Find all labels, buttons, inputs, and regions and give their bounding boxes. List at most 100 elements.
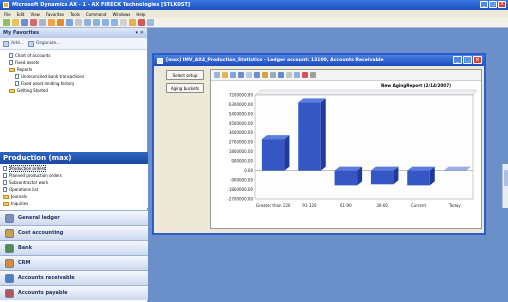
nav-label: Accounts payable — [18, 290, 68, 296]
nav-label: Cost accounting — [18, 230, 64, 236]
favorite-item[interactable]: Unreconciled bank transactions — [3, 73, 144, 80]
folder-icon — [9, 88, 15, 93]
menu-bar: File Edit View Favorites Tools Command W… — [0, 10, 508, 18]
scrollbar-thumb[interactable] — [504, 170, 508, 186]
workspace-background — [150, 240, 508, 302]
sort-icon[interactable] — [57, 19, 64, 26]
document-icon — [15, 74, 19, 79]
organize-icon — [28, 40, 35, 47]
y-tick-label: 4500000.00 — [229, 121, 254, 126]
nav-crm-button[interactable]: CRM — [0, 255, 148, 270]
cancel-icon[interactable] — [138, 19, 145, 26]
nav-label: CRM — [18, 260, 31, 266]
favorite-label: Fixed asset lending history — [21, 81, 75, 86]
menu-favorites[interactable]: Favorites — [46, 12, 64, 17]
x-tick-label: Greater than 120 — [256, 203, 291, 208]
child-window-title: [max] IMV_AX4_Production_Statistics - Le… — [166, 58, 384, 63]
chart-rotate-icon[interactable] — [270, 72, 276, 78]
y-tick-label: 900000.00 — [231, 159, 253, 164]
folder-icon — [3, 201, 9, 206]
favorite-label: Fixed assets — [15, 60, 40, 65]
chart-tools-icon[interactable] — [310, 72, 316, 78]
y-tick-label: -2700000.00 — [227, 196, 253, 201]
document-icon[interactable] — [129, 19, 136, 26]
module-folder[interactable]: Inquiries — [3, 200, 145, 207]
save-icon[interactable] — [21, 19, 28, 26]
favorite-item[interactable]: Fixed assets — [3, 59, 144, 66]
menu-file[interactable]: File — [4, 12, 11, 17]
bar-side — [320, 98, 326, 171]
next-record-icon[interactable] — [102, 19, 109, 26]
favorite-item[interactable]: Chart of accounts — [3, 52, 144, 59]
filter-icon[interactable] — [48, 19, 55, 26]
child-maximize-button[interactable]: □ — [463, 56, 472, 64]
nav-accounts-payable-button[interactable]: Accounts payable — [0, 285, 148, 300]
pane-close-icon[interactable]: ▾ ✕ — [136, 30, 144, 36]
menu-help[interactable]: Help — [136, 12, 145, 17]
refresh-icon[interactable] — [75, 19, 82, 26]
chart-legend-icon[interactable] — [286, 72, 292, 78]
aging-buckets-button[interactable]: Aging buckets — [166, 83, 204, 93]
chart-open-icon[interactable] — [222, 72, 228, 78]
module-item-label: Production orders — [9, 165, 47, 172]
document-icon — [9, 53, 13, 58]
menu-tools[interactable]: Tools — [70, 12, 80, 17]
favorite-folder[interactable]: Getting Started — [3, 87, 144, 94]
y-tick-label: 0.00 — [244, 168, 253, 173]
export-icon[interactable] — [120, 19, 127, 26]
child-window-controls: _ □ × — [453, 56, 482, 64]
open-icon[interactable] — [12, 19, 19, 26]
module-menu: Production orders Planned production ord… — [0, 164, 148, 208]
chart-copy-icon[interactable] — [214, 72, 220, 78]
chart-print-icon[interactable] — [230, 72, 236, 78]
module-scrollbar[interactable] — [502, 164, 508, 208]
document-icon — [15, 81, 19, 86]
chart-palette-icon[interactable] — [262, 72, 268, 78]
chart-zoom-icon[interactable] — [302, 72, 308, 78]
nav-label: Accounts receivable — [18, 275, 75, 281]
close-button[interactable]: × — [498, 1, 506, 8]
module-item[interactable]: Operations list — [3, 186, 145, 193]
menu-windows[interactable]: Windows — [112, 12, 130, 17]
child-minimize-button[interactable]: _ — [453, 56, 462, 64]
chart-type-icon[interactable] — [238, 72, 244, 78]
select-setup-button[interactable]: Select setup — [166, 70, 204, 80]
favorite-folder[interactable]: Reports — [3, 66, 144, 73]
module-folder[interactable]: Journals — [3, 193, 145, 200]
module-item[interactable]: Planned production orders — [3, 172, 145, 179]
organize-favorites-button[interactable]: Organize... — [28, 40, 60, 47]
chart-grid-icon[interactable] — [278, 72, 284, 78]
print-icon[interactable] — [39, 19, 46, 26]
menu-edit[interactable]: Edit — [17, 12, 25, 17]
favorites-list: Chart of accounts Fixed assets Reports U… — [0, 50, 147, 140]
module-item[interactable]: Subcontractor work — [3, 179, 145, 186]
nav-bank-button[interactable]: Bank — [0, 240, 148, 255]
add-favorite-button[interactable]: Add... — [3, 40, 24, 47]
delete-icon[interactable] — [30, 19, 37, 26]
child-close-button[interactable]: × — [473, 56, 482, 64]
menu-view[interactable]: View — [30, 12, 40, 17]
last-record-icon[interactable] — [111, 19, 118, 26]
favorite-item[interactable]: Fixed asset lending history — [3, 80, 144, 87]
x-tick-label: Today — [448, 203, 461, 208]
maximize-button[interactable]: □ — [489, 1, 497, 8]
chart-properties-icon[interactable] — [294, 72, 300, 78]
module-item-production-orders[interactable]: Production orders — [3, 165, 145, 172]
find-icon[interactable] — [66, 19, 73, 26]
chart-3d-icon[interactable] — [246, 72, 252, 78]
new-icon[interactable] — [3, 19, 10, 26]
menu-command[interactable]: Command — [86, 12, 107, 17]
previous-record-icon[interactable] — [93, 19, 100, 26]
nav-cost-accounting-button[interactable]: Cost accounting — [0, 225, 148, 240]
module-item-label: Subcontractor work — [9, 180, 49, 185]
minimize-button[interactable]: _ — [480, 1, 488, 8]
help-icon[interactable] — [147, 19, 154, 26]
favorite-label: Unreconciled bank transactions — [21, 74, 85, 79]
nav-general-ledger-button[interactable]: General ledger — [0, 210, 148, 225]
first-record-icon[interactable] — [84, 19, 91, 26]
nav-accounts-receivable-button[interactable]: Accounts receivable — [0, 270, 148, 285]
nav-label: Bank — [18, 245, 33, 251]
y-tick-label: 5400000.00 — [229, 111, 254, 116]
chart-gallery-icon[interactable] — [254, 72, 260, 78]
x-tick-label: Current — [411, 203, 426, 208]
